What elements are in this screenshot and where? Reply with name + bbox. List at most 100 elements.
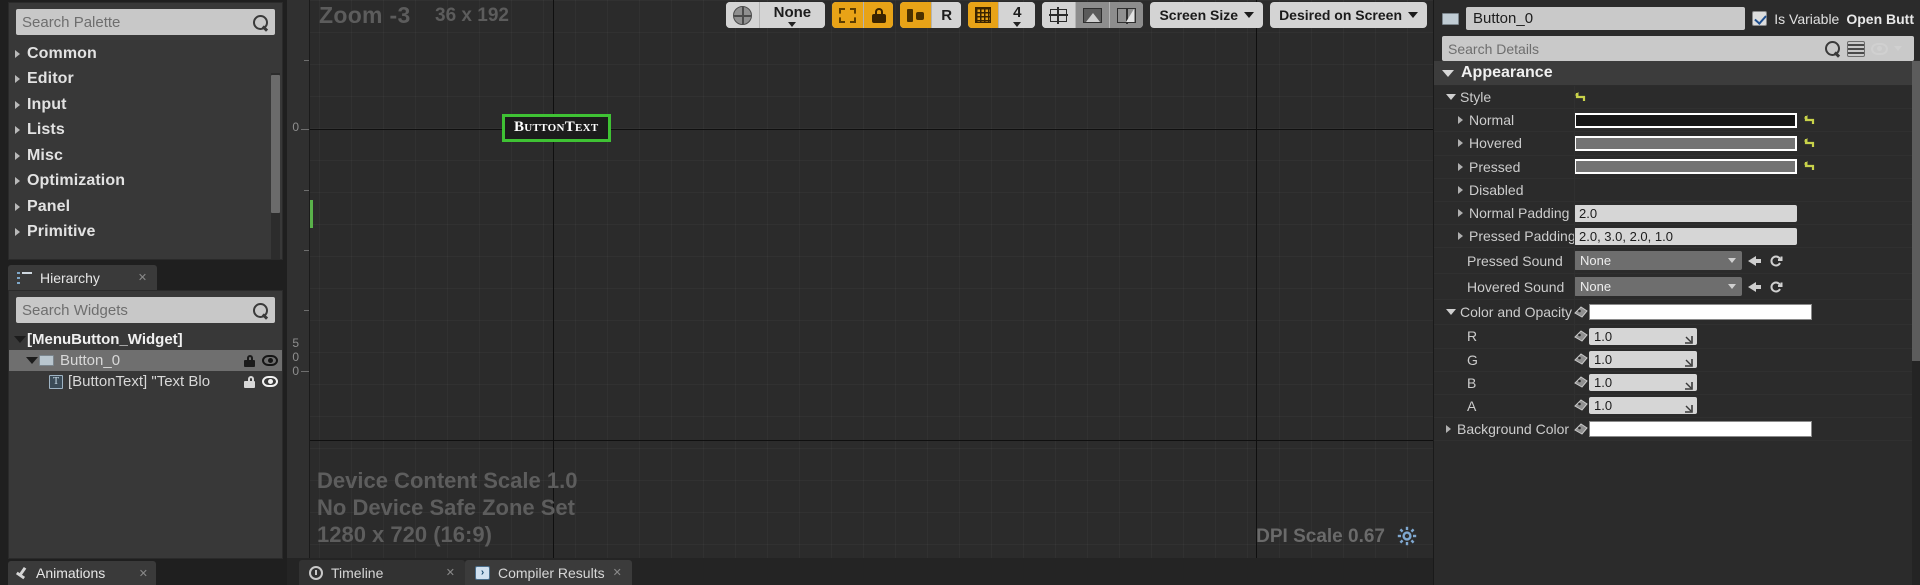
color-swatch-background-color[interactable] [1589,421,1812,438]
tree-item-button-0[interactable]: Button_0 [9,350,282,371]
grid-view-icon[interactable] [1847,40,1865,57]
tab-animations[interactable]: Animations ✕ [8,561,156,585]
spinner-icon[interactable] [1684,378,1693,391]
property-row-hovered[interactable]: Hovered [1434,132,1920,156]
tree-item-buttontext[interactable]: T [ButtonText] "Text Blo [9,371,282,392]
close-icon[interactable]: ✕ [139,567,148,580]
revert-icon[interactable] [1803,137,1816,150]
details-search-placeholder[interactable]: Search Details [1448,41,1818,57]
bind-icon[interactable] [1574,306,1589,319]
close-icon[interactable]: ✕ [446,566,455,579]
category-appearance[interactable]: Appearance [1434,61,1920,86]
bind-icon[interactable] [1574,423,1589,436]
hierarchy-search-input[interactable]: Search Widgets [16,297,275,323]
grid-snap-toggle-button[interactable] [968,2,1000,28]
tab-compiler-results[interactable]: › Compiler Results ✕ [465,560,632,585]
widget-name-input[interactable]: Button_0 [1466,7,1746,30]
property-row-a[interactable]: A 1.0 [1434,394,1920,419]
property-row-pressed-sound[interactable]: Pressed Sound None [1434,248,1920,275]
tree-item-menubutton-widget[interactable]: [MenuButton_Widget] [9,329,282,350]
close-icon[interactable]: ✕ [613,566,622,579]
dashed-outline-toggle-button[interactable] [832,2,865,28]
bind-icon[interactable] [1574,353,1589,366]
palette-category-misc[interactable]: Misc [9,143,282,169]
color-a-input[interactable]: 1.0 [1589,397,1697,415]
property-row-b[interactable]: B 1.0 [1434,371,1920,395]
spinner-icon[interactable] [1684,401,1693,414]
visibility-eye-icon[interactable] [262,376,278,387]
snap-mode-dropdown[interactable]: None [759,2,826,28]
chevron-right-icon[interactable] [1446,425,1451,434]
property-row-style[interactable]: Style [1434,86,1920,110]
bind-icon[interactable] [1574,376,1589,389]
property-row-color-and-opacity[interactable]: Color and Opacity [1434,300,1920,326]
browse-asset-icon[interactable] [1769,253,1784,268]
property-row-g[interactable]: G 1.0 [1434,348,1920,372]
gear-icon[interactable] [1397,526,1417,546]
chevron-right-icon[interactable] [1458,232,1463,241]
image-preview-button[interactable] [1076,2,1111,28]
revert-icon[interactable] [1803,114,1816,127]
browse-asset-icon[interactable] [1769,279,1784,294]
palette-category-primitive[interactable]: Primitive [9,220,282,246]
color-r-input[interactable]: 1.0 [1589,327,1697,345]
mirror-button[interactable] [1110,2,1144,28]
expand-arrow-icon[interactable] [13,336,27,343]
world-space-toggle-button[interactable] [725,2,760,28]
use-selected-asset-button[interactable] [1748,253,1763,268]
hovered-sound-selector[interactable]: None [1574,277,1742,297]
bind-icon[interactable] [1574,399,1589,412]
is-variable-checkbox[interactable] [1752,11,1768,26]
palette-search-input[interactable]: Search Palette [16,9,275,35]
chevron-down-icon[interactable] [1894,46,1902,51]
rotation-toggle-button[interactable]: R [932,2,962,28]
fit-to-screen-button[interactable] [1042,2,1077,28]
palette-category-input[interactable]: Input [9,92,282,118]
property-row-hovered-sound[interactable]: Hovered Sound None [1434,274,1920,301]
details-scrollbar-thumb[interactable] [1912,61,1920,361]
lock-icon[interactable] [244,354,255,367]
expand-arrow-icon[interactable] [25,357,39,364]
visibility-eye-icon[interactable] [262,355,278,366]
bind-icon[interactable] [1574,330,1589,343]
chevron-right-icon[interactable] [1458,185,1463,194]
property-row-normal-padding[interactable]: Normal Padding 2.0 [1434,201,1920,226]
chevron-right-icon[interactable] [1458,139,1463,148]
palette-category-editor[interactable]: Editor [9,67,282,93]
property-row-normal[interactable]: Normal [1434,109,1920,133]
palette-category-lists[interactable]: Lists [9,118,282,144]
tab-hierarchy[interactable]: Hierarchy ✕ [8,265,158,290]
property-row-pressed-padding[interactable]: Pressed Padding 2.0, 3.0, 2.0, 1.0 [1434,225,1920,249]
anchor-toggle-button[interactable] [900,2,933,28]
chevron-right-icon[interactable] [1458,116,1463,125]
fill-mode-dropdown[interactable]: Desired on Screen [1270,2,1427,28]
open-button-blueprint-button[interactable]: Open Butt [1846,11,1914,27]
designer-canvas[interactable]: 0 5 0 0 Zoom -3 36 x 192 ButtonText Devi… [287,0,1433,558]
revert-icon[interactable] [1574,91,1587,104]
screen-size-dropdown[interactable]: Screen Size [1150,2,1264,28]
color-swatch-normal[interactable] [1574,112,1797,128]
palette-category-optimization[interactable]: Optimization [9,169,282,195]
color-g-input[interactable]: 1.0 [1589,351,1697,369]
grid-size-dropdown[interactable]: 4 [999,2,1036,28]
chevron-down-icon[interactable] [1446,94,1456,101]
color-swatch-pressed[interactable] [1574,159,1797,175]
lock-toggle-button[interactable] [864,2,894,28]
lock-open-icon[interactable] [244,375,255,388]
spinner-icon[interactable] [1684,355,1693,367]
color-b-input[interactable]: 1.0 [1589,374,1697,392]
details-scrollbar[interactable] [1912,61,1920,585]
visibility-eye-icon[interactable] [1871,42,1888,55]
tab-timeline[interactable]: Timeline ✕ [299,560,465,585]
revert-icon[interactable] [1803,160,1816,173]
property-row-background-color[interactable]: Background Color [1434,418,1920,442]
chevron-right-icon[interactable] [1458,209,1463,218]
palette-scrollbar[interactable] [271,73,280,259]
palette-category-panel[interactable]: Panel [9,194,282,220]
chevron-right-icon[interactable] [1458,162,1463,171]
normal-padding-input[interactable]: 2.0 [1574,204,1797,222]
palette-category-common[interactable]: Common [9,41,282,67]
property-row-disabled[interactable]: Disabled [1434,178,1920,202]
pressed-padding-input[interactable]: 2.0, 3.0, 2.0, 1.0 [1574,227,1797,245]
pressed-sound-selector[interactable]: None [1574,251,1742,271]
